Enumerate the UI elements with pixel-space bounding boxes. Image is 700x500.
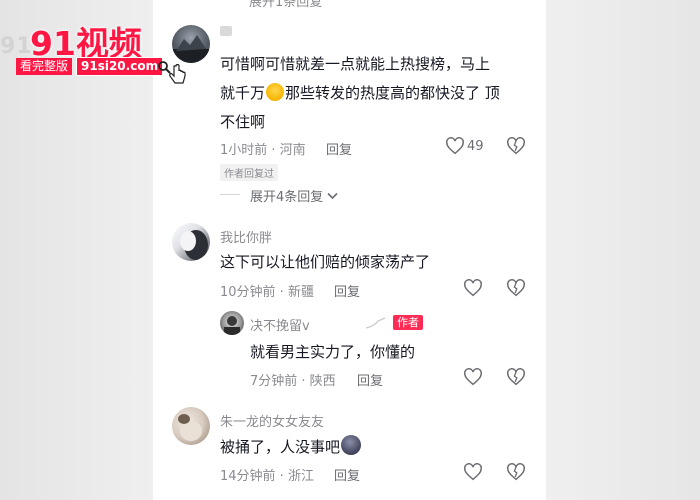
reply-button[interactable]: 回复 [334,281,360,300]
like-count: 49 [467,139,484,154]
comment-text: 被捅了，人没事吧 [220,435,362,457]
watermark-ghost-text: 91 [0,34,33,59]
username-redacted [220,26,232,36]
heart-icon [446,137,464,155]
avatar-image [172,35,210,63]
watermark-tag: 看完整版 [16,58,73,75]
reply-arrow-icon [365,317,386,329]
reply-button[interactable]: 回复 [357,370,383,389]
dislike-button[interactable] [506,463,526,485]
username[interactable]: 朱一龙的女女友友 [220,411,324,430]
crying-face-emoji-icon [266,83,285,101]
reply-button[interactable]: 回复 [334,465,360,484]
comment-panel: 展开1条回复 可惜啊可惜就差一点就能上热搜榜，马上 就千万 那些转发的热度高的都快… [153,0,546,500]
like-button[interactable] [463,463,483,485]
avatar-image [224,316,240,335]
comment-time-location: 7分钟前 · 陕西 [250,374,336,389]
heart-icon [464,368,482,386]
broken-heart-icon [507,463,525,481]
like-button[interactable] [445,137,465,159]
dark-face-emoji-icon [341,435,362,455]
comment-text-fragment: 被捅了，人没事吧 [220,438,341,456]
broken-heart-icon [507,137,525,155]
broken-heart-icon [507,368,525,386]
dislike-button[interactable] [506,368,526,390]
like-button[interactable] [463,279,483,301]
expand-replies-link[interactable]: 展开4条回复 [250,186,338,205]
username[interactable]: 我比你胖 [220,227,272,246]
avatar[interactable] [220,311,244,335]
heart-icon [464,279,482,297]
comment-text: 这下可以让他们赔的倾家荡产了 [220,253,431,271]
comment-text-fragment: 就千万 [220,84,266,102]
comment-time-location: 1小时前 · 河南 [220,143,306,158]
author-replied-badge: 作者回复过 [220,164,278,181]
comment-text-line: 可惜啊可惜就差一点就能上热搜榜，马上 [220,55,491,73]
avatar-image [180,230,208,260]
like-button[interactable] [463,368,483,390]
comment-text: 就看男主实力了，你懂的 [250,343,416,361]
avatar[interactable] [172,25,210,63]
broken-heart-icon [507,279,525,297]
comment-text-line: 就千万 那些转发的热度高的都快没了 顶 [220,82,500,103]
dislike-button[interactable] [506,279,526,301]
chevron-down-icon [327,192,338,200]
comment-text-line: 不住啊 [220,113,266,131]
expand-replies-label: 展开1条回复 [249,0,323,10]
comment-time-location: 10分钟前 · 新疆 [220,285,314,300]
username[interactable]: 决不挽留v [250,315,310,334]
author-badge: 作者 [393,315,423,330]
avatar[interactable] [172,223,210,261]
expand-replies-label: 展开4条回复 [250,190,324,205]
expand-replies-link-partial[interactable]: 展开1条回复 [249,0,322,10]
hand-pointer-icon [169,64,186,84]
reply-button[interactable]: 回复 [326,139,352,158]
heart-icon [464,463,482,481]
comment-time-location: 14分钟前 · 浙江 [220,469,314,484]
avatar[interactable] [172,407,210,445]
dislike-button[interactable] [506,137,526,159]
watermark-url: 91si20.com [76,57,164,76]
comment-text-fragment: 那些转发的热度高的都快没了 顶 [285,84,500,102]
avatar-image [178,414,202,441]
divider [220,194,240,195]
